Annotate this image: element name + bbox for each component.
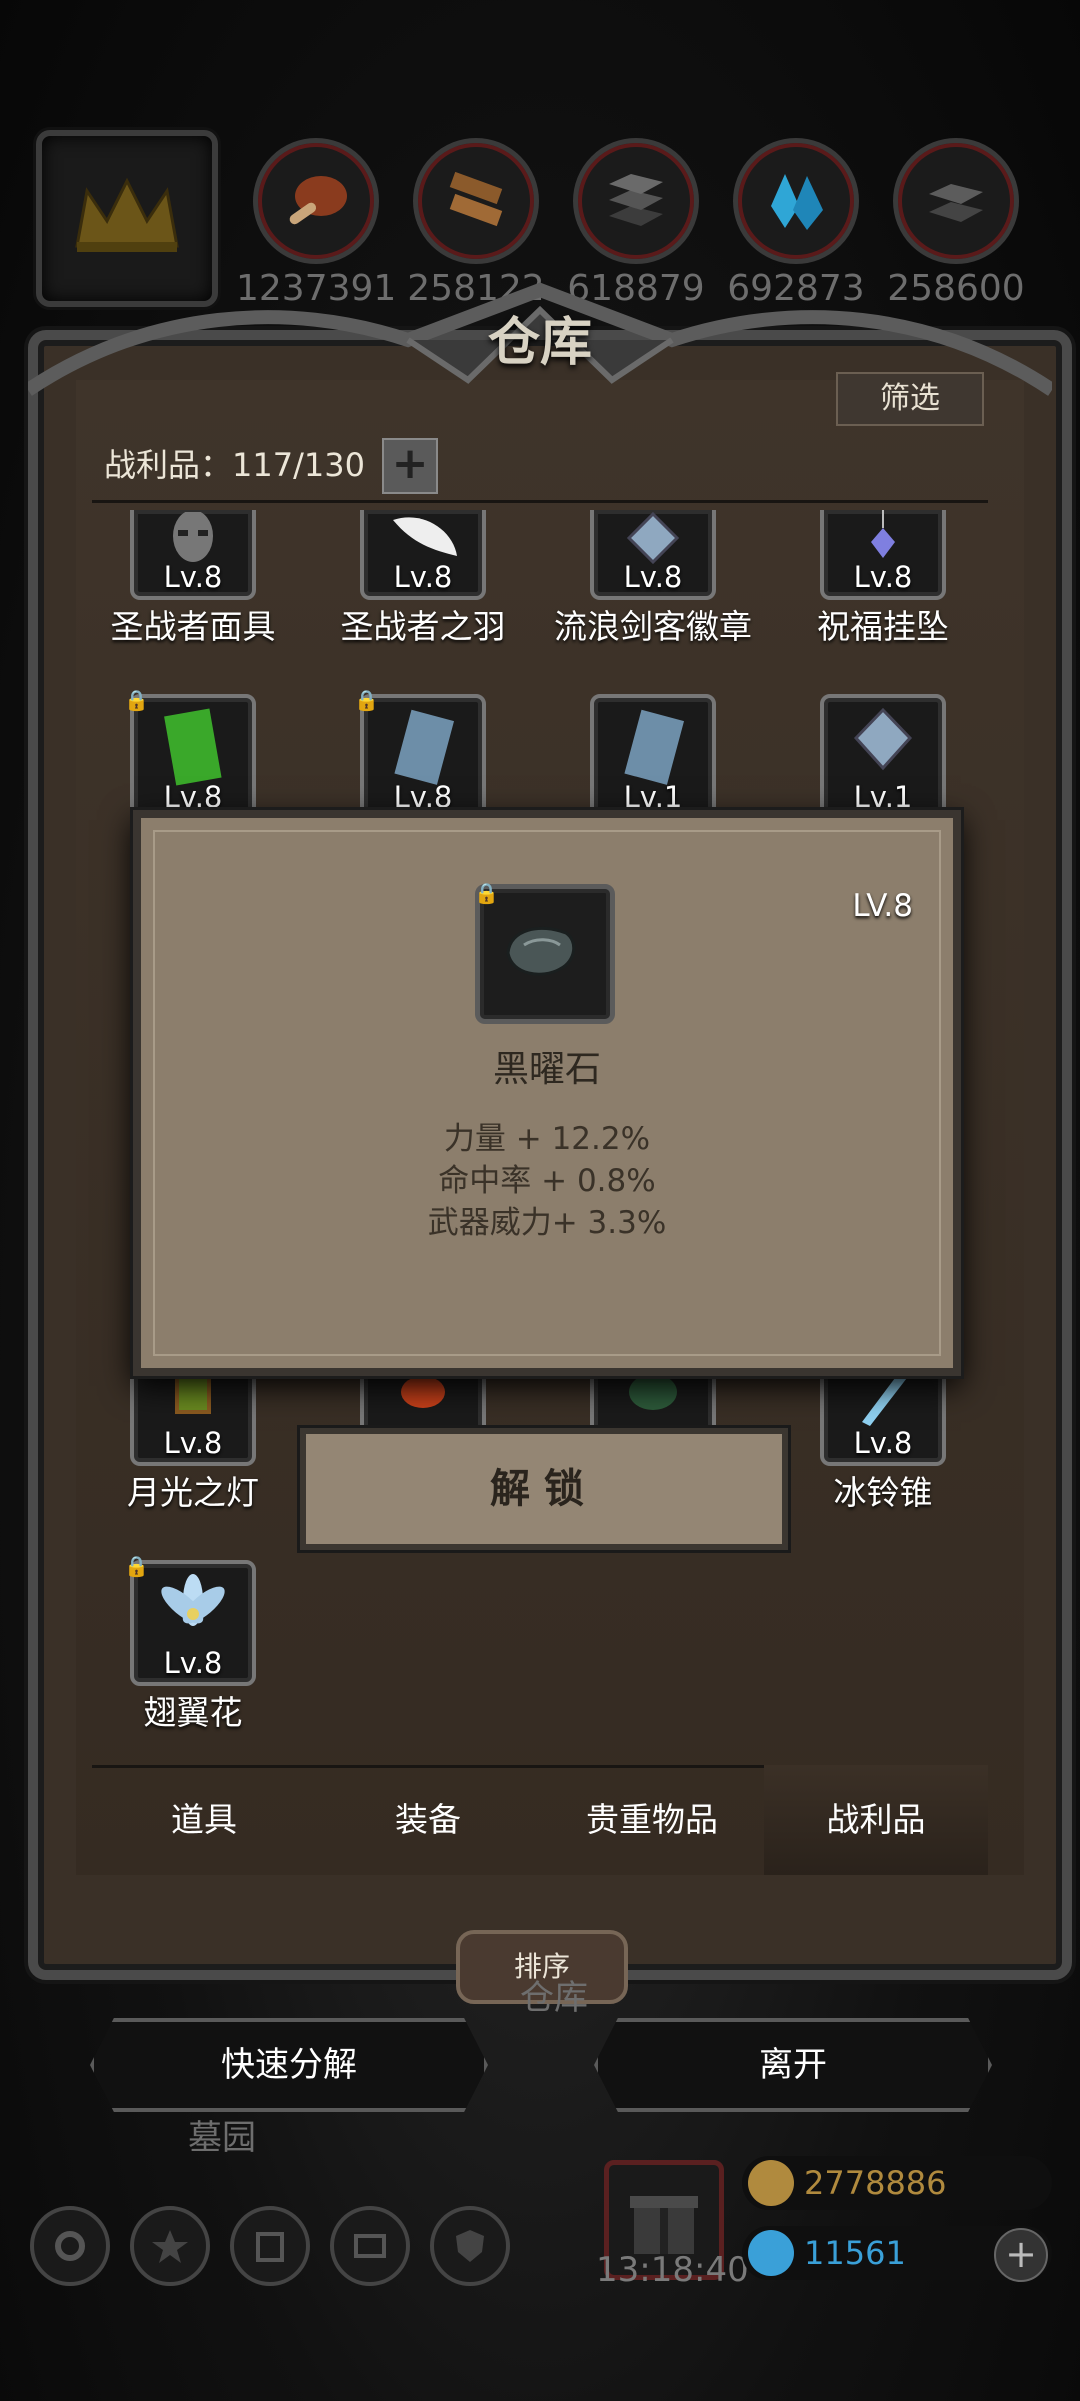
quick-decompose-button[interactable]: 快速分解 xyxy=(90,2018,488,2112)
star-icon[interactable] xyxy=(130,2206,210,2286)
item-name: 翅翼花 xyxy=(143,1693,243,1732)
item-level: Lv.8 xyxy=(623,560,683,594)
tab-loot[interactable]: 战利品 xyxy=(764,1765,988,1875)
item-level: Lv.1 xyxy=(853,780,913,814)
iron-icon xyxy=(573,138,699,264)
popup-stats: 力量 + 12.2% 命中率 + 0.8% 武器威力+ 3.3% xyxy=(141,1118,953,1244)
green-book-icon xyxy=(164,708,222,786)
feather-icon xyxy=(393,517,457,556)
item-slot: 🔒 Lv.8 xyxy=(124,688,256,820)
item-slot: Lv.8 xyxy=(820,1362,946,1466)
item-cell[interactable]: Lv.8 月光之灯 xyxy=(78,1362,308,1514)
filter-button[interactable]: 筛选 xyxy=(836,372,984,426)
tab-valuables[interactable]: 贵重物品 xyxy=(540,1765,764,1875)
badge-icon xyxy=(626,511,680,565)
item-slot: Lv.1 xyxy=(590,694,716,820)
item-cell[interactable]: Lv.8 圣战者之羽 xyxy=(308,510,538,648)
item-level: Lv.1 xyxy=(623,780,683,814)
item-cell[interactable]: 🔒 Lv.8 xyxy=(308,688,538,820)
popup-item-name: 黑曜石 xyxy=(492,1049,601,1090)
unlock-button[interactable]: 解锁 xyxy=(300,1428,788,1550)
lock-icon: 🔒 xyxy=(124,688,149,712)
lock-icon: 🔒 xyxy=(474,881,499,905)
add-gems-button[interactable]: + xyxy=(994,2228,1048,2282)
gem-amount: 11561 xyxy=(804,2234,906,2272)
item-cell[interactable]: 🔒 Lv.8 xyxy=(78,688,308,820)
item-cell[interactable]: Lv.1 xyxy=(768,694,998,820)
item-level: Lv.8 xyxy=(163,1646,223,1680)
page-title: 仓库 xyxy=(487,312,592,373)
badge-icon xyxy=(853,707,913,771)
lock-icon: 🔒 xyxy=(124,1554,149,1578)
blue-book-icon xyxy=(624,709,685,785)
item-cell[interactable]: Lv.8 圣战者面具 xyxy=(78,510,308,648)
stat-line: 命中率 + 0.8% xyxy=(438,1163,656,1199)
gate-icon[interactable] xyxy=(230,2206,310,2286)
item-level: Lv.8 xyxy=(393,780,453,814)
item-level: Lv.8 xyxy=(853,560,913,594)
tab-items[interactable]: 道具 xyxy=(92,1765,316,1875)
item-slot: Lv.1 xyxy=(820,694,946,820)
item-level: Lv.8 xyxy=(163,1426,223,1460)
item-level: Lv.8 xyxy=(393,560,453,594)
item-cell[interactable]: Lv.8 流浪剑客徽章 xyxy=(538,510,768,648)
item-slot: Lv.8 xyxy=(820,510,946,600)
gold-amount: 2778886 xyxy=(804,2164,947,2202)
expand-capacity-button[interactable]: + xyxy=(382,438,438,494)
popup-level: LV.8 xyxy=(852,888,913,924)
item-slot: Lv.8 xyxy=(360,510,486,600)
item-slot: 🔒 Lv.8 xyxy=(354,688,486,820)
item-name: 冰铃锥 xyxy=(833,1473,933,1512)
popup-item-slot: 🔒 xyxy=(474,881,615,1024)
item-name: 圣战者面具 xyxy=(110,607,276,646)
tab-equipment[interactable]: 装备 xyxy=(316,1765,540,1875)
loot-count: 战利品：117/130 xyxy=(104,446,365,484)
item-cell[interactable]: 🔒 Lv.8 翅翼花 xyxy=(78,1554,308,1734)
crown-icon xyxy=(75,177,179,252)
wood-icon xyxy=(413,138,539,264)
gem-icon xyxy=(748,2230,794,2276)
item-slot: Lv.8 xyxy=(130,510,256,600)
blue-book-icon xyxy=(394,709,455,785)
mail-icon[interactable] xyxy=(330,2206,410,2286)
item-name: 圣战者之羽 xyxy=(340,607,506,646)
settings-icon[interactable] xyxy=(30,2206,110,2286)
divider xyxy=(92,500,988,503)
gift-timer: 13:18:40 xyxy=(596,2250,749,2290)
gold-display: 2778886 xyxy=(742,2156,1052,2210)
category-tabs: 道具 装备 贵重物品 战利品 xyxy=(92,1765,988,1875)
crystal-icon xyxy=(733,138,859,264)
under-label-mid: 仓库 xyxy=(520,1978,588,2018)
item-level: Lv.8 xyxy=(853,1426,913,1460)
stat-line: 武器威力+ 3.3% xyxy=(427,1205,667,1241)
item-name: 祝福挂坠 xyxy=(817,607,949,646)
item-level: Lv.8 xyxy=(163,780,223,814)
leave-button[interactable]: 离开 xyxy=(594,2018,992,2112)
item-slot: Lv.8 xyxy=(130,1362,256,1466)
item-name: 月光之灯 xyxy=(127,1473,259,1512)
under-label-left: 墓园 xyxy=(188,2118,256,2158)
item-cell[interactable]: Lv.1 xyxy=(538,694,768,820)
item-slot: Lv.8 xyxy=(590,510,716,600)
item-cell[interactable]: Lv.8 祝福挂坠 xyxy=(768,510,998,648)
lock-icon: 🔒 xyxy=(354,688,379,712)
item-detail-popup: 🔒 LV.8 黑曜石 力量 + 12.2% 命中率 + 0.8% 武器威力+ 3… xyxy=(133,810,961,1376)
item-name: 流浪剑客徽章 xyxy=(554,607,752,646)
item-cell[interactable]: Lv.8 冰铃锥 xyxy=(768,1362,998,1514)
obsidian-icon xyxy=(506,926,576,976)
gem-display: 11561 + xyxy=(742,2226,1052,2282)
blue-flower-icon xyxy=(161,1574,225,1626)
gold-icon xyxy=(748,2160,794,2206)
steel-icon xyxy=(893,138,1019,264)
meat-icon xyxy=(253,138,379,264)
item-slot: 🔒 Lv.8 xyxy=(124,1554,256,1686)
shield-icon[interactable] xyxy=(430,2206,510,2286)
pendant-icon xyxy=(871,510,895,558)
item-level: Lv.8 xyxy=(163,560,223,594)
stat-line: 力量 + 12.2% xyxy=(443,1121,651,1157)
